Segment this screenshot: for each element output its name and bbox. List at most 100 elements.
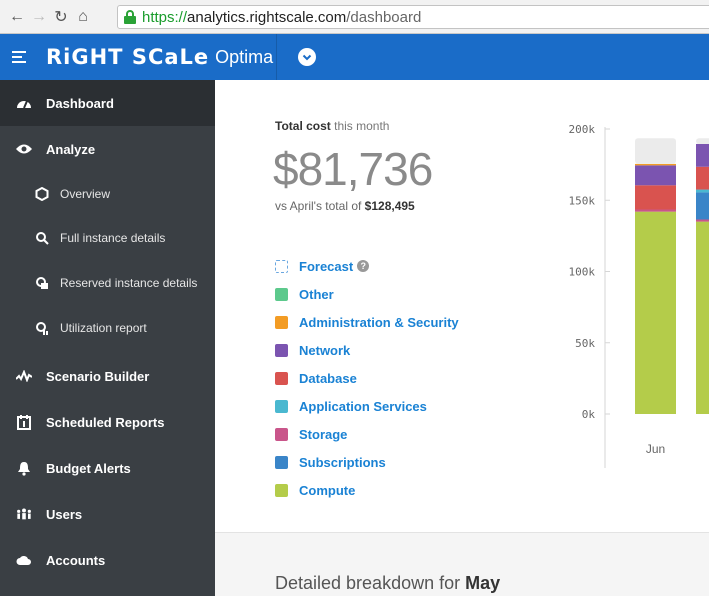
y-tick-label: 0k	[582, 408, 596, 421]
total-cost-label-bold: Total cost	[275, 119, 331, 133]
y-tick-label: 100k	[569, 266, 596, 279]
menu-icon[interactable]	[12, 48, 26, 66]
sidebar-subitem-full-instance-details[interactable]: Full instance details	[0, 216, 215, 260]
legend-swatch	[275, 371, 288, 385]
sidebar-item-users[interactable]: Users	[0, 491, 215, 537]
eye-icon	[16, 141, 32, 157]
dashboard-main: Total cost this month $81,736 vs April's…	[215, 80, 709, 596]
legend-item-compute[interactable]: Compute	[275, 476, 459, 504]
legend-item-administration-security[interactable]: Administration & Security	[275, 308, 459, 336]
bar-segment-storage	[635, 209, 676, 212]
sidebar-item-budget-alerts[interactable]: Budget Alerts	[0, 445, 215, 491]
legend-label: Administration & Security	[299, 314, 459, 330]
sidebar-item-accounts[interactable]: Accounts	[0, 537, 215, 583]
bar-segment-compute	[696, 221, 709, 414]
legend-swatch	[275, 287, 288, 301]
magnifier-icon	[34, 230, 50, 246]
wave-icon	[16, 368, 32, 384]
sidebar-subitem-overview[interactable]: Overview	[0, 172, 215, 216]
calendar-icon	[16, 414, 32, 430]
back-icon[interactable]: ←	[6, 8, 28, 26]
legend-label: Other	[299, 286, 334, 302]
sidebar-item-dashboard[interactable]: Dashboard	[0, 80, 215, 126]
sidebar-item-analyze[interactable]: Analyze	[0, 126, 215, 172]
account-dropdown-button[interactable]	[298, 48, 316, 66]
bar-segment-administration-security	[635, 163, 676, 166]
sidebar-subitem-reserved-instance-details[interactable]: Reserved instance details	[0, 261, 215, 305]
app-header: RiGHT SCaLe Optima	[0, 34, 709, 80]
legend-swatch	[275, 343, 288, 357]
legend-swatch	[275, 399, 288, 413]
chart-search-icon	[34, 320, 50, 336]
legend-item-storage[interactable]: Storage	[275, 420, 459, 448]
sidebar-subitem-utilization-report[interactable]: Utilization report	[0, 306, 215, 350]
legend-item-network[interactable]: Network	[275, 336, 459, 364]
y-tick-label: 50k	[575, 337, 595, 350]
lock-icon	[124, 10, 136, 24]
help-icon[interactable]: ?	[357, 260, 370, 272]
legend-label: Forecast	[299, 258, 354, 274]
forward-icon[interactable]: →	[28, 8, 50, 26]
y-tick-label: 150k	[569, 194, 596, 207]
x-tick-label: Jun	[646, 442, 665, 456]
total-cost-value: $81,736	[273, 143, 433, 195]
bell-icon	[16, 460, 32, 476]
legend-label: Network	[299, 342, 351, 358]
comparison-text: vs April's total of $128,495	[275, 199, 415, 213]
legend-swatch	[275, 483, 288, 497]
legend-item-other[interactable]: Other	[275, 280, 459, 308]
sidebar-item-label: Utilization report	[60, 321, 147, 335]
product-name: Optima	[215, 46, 274, 67]
sidebar-item-label: Scenario Builder	[46, 368, 150, 384]
users-icon	[16, 506, 32, 522]
legend-item-application-services[interactable]: Application Services	[275, 392, 459, 420]
bar-segment-forecast	[696, 138, 709, 144]
sidebar-item-label: Dashboard	[46, 95, 114, 111]
home-icon[interactable]: ⌂	[72, 8, 94, 26]
brand-area: RiGHT SCaLe Optima	[0, 34, 276, 80]
sidebar-item-scenario-builder[interactable]: Scenario Builder	[0, 353, 215, 399]
total-cost-label: Total cost this month	[275, 119, 389, 133]
legend-item-database[interactable]: Database	[275, 364, 459, 392]
url-path: /dashboard	[346, 8, 422, 26]
legend-swatch	[275, 259, 288, 273]
sidebar: Dashboard Analyze Overview Full instance…	[0, 80, 215, 596]
url-host: analytics.rightscale.com	[187, 8, 347, 26]
comparison-value: $128,495	[364, 199, 415, 213]
sidebar-item-scheduled-reports[interactable]: Scheduled Reports	[0, 399, 215, 445]
sidebar-item-label: Users	[46, 506, 83, 522]
legend-label: Database	[299, 370, 357, 386]
breakdown-section: Detailed breakdown for May	[215, 532, 709, 596]
sidebar-item-label: Analyze	[46, 141, 96, 157]
cost-legend: Forecast ? Other Administration & Securi…	[275, 252, 459, 504]
cloud-icon	[16, 552, 32, 568]
comparison-label: vs April's total of	[275, 199, 362, 213]
bar-segment-storage	[696, 219, 709, 222]
bar-segment-subscriptions	[696, 192, 709, 220]
bar-segment-application-services	[696, 189, 709, 193]
bar-segment-network	[635, 165, 676, 186]
brand-logo[interactable]: RiGHT SCaLe	[46, 45, 209, 69]
breakdown-title-prefix: Detailed breakdown for	[275, 573, 461, 593]
legend-swatch	[275, 315, 288, 329]
address-bar[interactable]: https://analytics.rightscale.com/dashboa…	[117, 5, 709, 29]
breakdown-month: May	[465, 573, 501, 593]
legend-swatch	[275, 455, 288, 469]
cost-chart: 0k50k100k150k200kJunJul	[569, 123, 709, 468]
header-divider	[276, 34, 277, 80]
legend-item-subscriptions[interactable]: Subscriptions	[275, 448, 459, 476]
reload-icon[interactable]: ↻	[50, 7, 72, 27]
hexagon-icon	[34, 186, 50, 202]
legend-item-forecast[interactable]: Forecast ?	[275, 252, 459, 280]
sidebar-item-label: Scheduled Reports	[46, 414, 165, 430]
breakdown-title: Detailed breakdown for May	[275, 573, 500, 594]
legend-swatch	[275, 427, 288, 441]
sidebar-item-label: Budget Alerts	[46, 460, 131, 476]
legend-label: Compute	[299, 482, 356, 498]
sidebar-item-label: Accounts	[46, 552, 106, 568]
total-cost-label-period: this month	[334, 119, 390, 133]
sidebar-item-label: Full instance details	[60, 231, 166, 245]
bar-segment-database	[635, 185, 676, 210]
bar-segment-network	[696, 143, 709, 167]
browser-toolbar: ← → ↻ ⌂ https://analytics.rightscale.com…	[0, 0, 709, 34]
